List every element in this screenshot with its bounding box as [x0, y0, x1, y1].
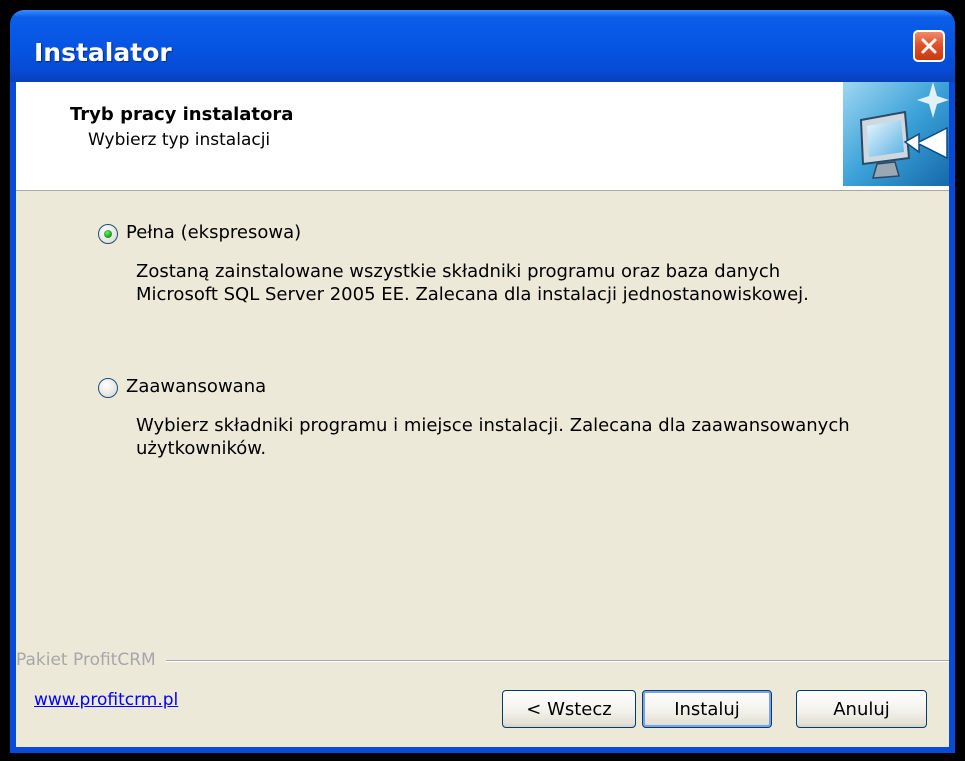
install-button[interactable]: Instaluj [642, 690, 772, 728]
option-full-label[interactable]: Pełna (ekspresowa) [126, 222, 301, 243]
radio-selected-icon[interactable] [98, 224, 118, 244]
close-button[interactable] [913, 30, 945, 62]
footer-group-label: Pakiet ProfitCRM [16, 650, 162, 670]
dialog-client-area: Tryb pracy instalatora Wybierz typ insta… [16, 82, 949, 747]
installer-window: Instalator Tryb pracy instalatora Wybier… [10, 10, 955, 753]
header-subtitle: Wybierz typ instalacji [88, 130, 271, 150]
option-advanced-label[interactable]: Zaawansowana [126, 376, 266, 397]
back-button[interactable]: < Wstecz [502, 690, 636, 728]
option-advanced-description: Wybierz składniki programu i miejsce ins… [136, 415, 850, 459]
footer-divider [166, 660, 949, 662]
header-title: Tryb pracy instalatora [70, 104, 294, 125]
website-link[interactable]: www.profitcrm.pl [34, 690, 178, 710]
installer-computer-icon [843, 82, 949, 186]
close-icon [921, 38, 937, 54]
dialog-header: Tryb pracy instalatora Wybierz typ insta… [16, 82, 949, 191]
window-title: Instalator [34, 38, 172, 67]
radio-unselected-icon[interactable] [98, 378, 118, 398]
cancel-button[interactable]: Anuluj [796, 690, 927, 728]
option-full-description: Zostaną zainstalowane wszystkie składnik… [136, 261, 809, 305]
title-bar[interactable]: Instalator [10, 10, 955, 82]
